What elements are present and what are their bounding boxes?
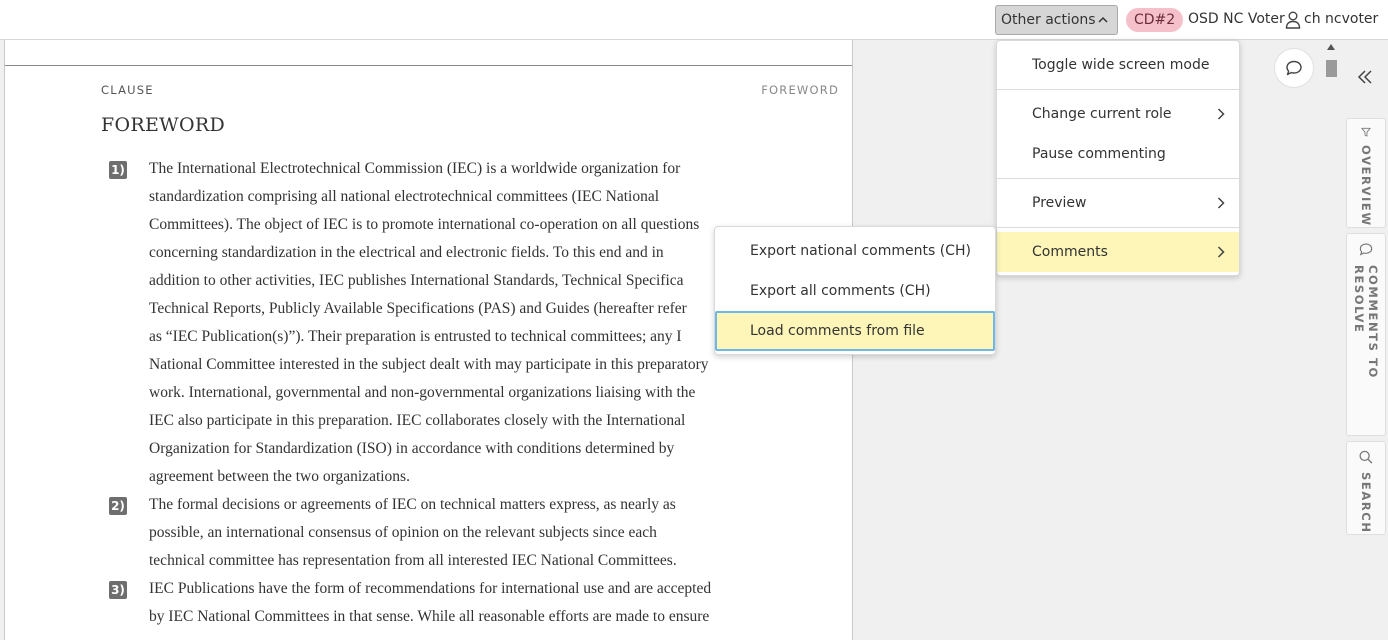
tab-label: OVERVIEW — [1359, 145, 1373, 227]
text-line: standardization comprising all national … — [149, 188, 660, 205]
menu-item-label: Change current role — [1032, 106, 1172, 122]
submenu-item-export-national-comments[interactable]: Export national comments (CH) — [715, 231, 995, 271]
menu-item-comments[interactable]: Comments — [997, 232, 1239, 272]
current-role[interactable]: OSD NC Voter — [1188, 11, 1285, 27]
text-line: agreement between the two organizations. — [149, 468, 410, 485]
text-line: Committees). The object of IEC is to pro… — [149, 216, 700, 233]
menu-divider — [997, 178, 1239, 179]
menu-item-preview[interactable]: Preview — [997, 183, 1239, 223]
text-line: work. International, governmental and no… — [149, 384, 696, 401]
double-chevron-left-icon[interactable] — [1357, 69, 1373, 85]
menu-item-toggle-wide-screen[interactable]: Toggle wide screen mode — [997, 45, 1239, 85]
text-line: IEC Publications have the form of recomm… — [149, 580, 712, 597]
comments-submenu: Export national comments (CH) Export all… — [714, 226, 996, 355]
submenu-item-load-comments[interactable]: Load comments from file — [715, 311, 995, 351]
text-line: National Committee interested in the sub… — [149, 356, 709, 373]
menu-item-label: Preview — [1032, 195, 1087, 211]
tab-overview[interactable]: OVERVIEW — [1346, 118, 1386, 228]
menu-item-label: Comments — [1032, 244, 1108, 260]
text-line: The formal decisions or agreements of IE… — [149, 496, 676, 513]
paragraph-number: 3) — [109, 581, 127, 599]
scrollbar[interactable] — [1324, 40, 1338, 625]
submenu-item-label: Load comments from file — [750, 323, 925, 339]
filter-icon — [1361, 127, 1371, 137]
top-bar: Other actions CD#2 OSD NC Voter ch ncvot… — [0, 0, 1388, 40]
chevron-right-icon — [1217, 246, 1225, 258]
clause-breadcrumb: FOREWORD — [761, 83, 839, 97]
scroll-up-icon[interactable] — [1327, 44, 1335, 50]
submenu-item-label: Export all comments (CH) — [750, 283, 931, 299]
paragraph-number: 1) — [109, 161, 127, 179]
chevron-up-icon — [1098, 16, 1108, 23]
user-icon — [1285, 11, 1301, 29]
comment-icon — [1286, 60, 1302, 76]
paragraph-2[interactable]: The formal decisions or agreements of IE… — [149, 491, 764, 575]
text-line: IEC also participate in this preparation… — [149, 412, 686, 429]
text-line: technical committee has representation f… — [149, 552, 677, 569]
chevron-right-icon — [1217, 108, 1225, 120]
tab-comments-to-resolve[interactable]: COMMENTS TO RESOLVE — [1346, 233, 1386, 436]
submenu-item-export-all-comments[interactable]: Export all comments (CH) — [715, 271, 995, 311]
menu-divider — [997, 227, 1239, 228]
text-line: possible, an international consensus of … — [149, 524, 657, 541]
other-actions-label: Other actions — [1001, 12, 1096, 28]
paragraph-number: 2) — [109, 497, 127, 515]
page-divider — [5, 65, 852, 66]
text-line: by IEC National Committees in that sense… — [149, 608, 710, 625]
other-actions-button[interactable]: Other actions — [995, 5, 1118, 35]
text-line: Organization for Standardization (ISO) i… — [149, 440, 675, 457]
menu-divider — [997, 89, 1239, 90]
add-comment-button[interactable] — [1274, 48, 1314, 88]
text-line: concerning standardization in the electr… — [149, 244, 664, 261]
menu-item-pause-commenting[interactable]: Pause commenting — [997, 134, 1239, 174]
search-icon — [1359, 450, 1373, 464]
menu-item-change-role[interactable]: Change current role — [997, 94, 1239, 134]
submenu-item-label: Export national comments (CH) — [750, 243, 971, 259]
scroll-thumb[interactable] — [1326, 60, 1337, 77]
stage-badge: CD#2 — [1126, 8, 1184, 32]
paragraph-1[interactable]: The International Electrotechnical Commi… — [149, 155, 764, 491]
clause-title: FOREWORD — [101, 114, 225, 136]
paragraph-3[interactable]: IEC Publications have the form of recomm… — [149, 575, 764, 631]
text-line: as “IEC Publication(s)”). Their preparat… — [149, 328, 682, 345]
text-line: addition to other activities, IEC publis… — [149, 272, 684, 289]
text-line: Technical Reports, Publicly Available Sp… — [149, 300, 687, 317]
menu-item-label: Toggle wide screen mode — [1032, 57, 1210, 73]
user-name[interactable]: ch ncvoter — [1304, 11, 1378, 27]
comment-icon — [1359, 243, 1373, 256]
other-actions-menu: Toggle wide screen mode Change current r… — [996, 40, 1240, 276]
tab-label: SEARCH — [1359, 472, 1373, 534]
text-line: The International Electrotechnical Commi… — [149, 160, 681, 177]
chevron-right-icon — [1217, 197, 1225, 209]
menu-item-label: Pause commenting — [1032, 146, 1166, 162]
clause-label: CLAUSE — [101, 83, 154, 97]
tab-label: COMMENTS TO RESOLVE — [1352, 264, 1380, 379]
tab-search[interactable]: SEARCH — [1346, 441, 1386, 535]
